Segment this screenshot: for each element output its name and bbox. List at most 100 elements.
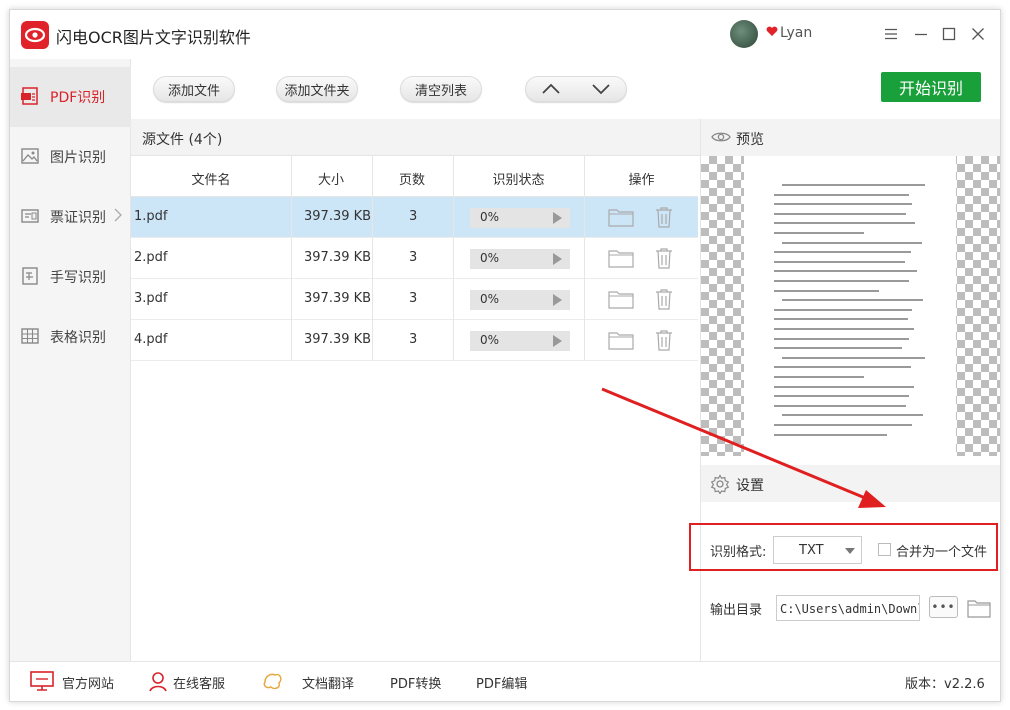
- sidebar-item-pdf[interactable]: PDF识别: [10, 67, 131, 127]
- table-row[interactable]: 3.pdf 397.39 KB 3 0%: [131, 279, 698, 320]
- open-folder-icon[interactable]: [608, 289, 634, 309]
- preview-text-line: [774, 212, 906, 215]
- preview-title: 预览: [736, 132, 764, 148]
- sidebar-item-label: 表格识别: [50, 330, 106, 346]
- column-divider: [453, 156, 454, 361]
- sidebar-item-label: 手写识别: [50, 270, 106, 286]
- app-window: 闪电OCR图片文字识别软件 Lyan PDF识别 图片识别 票证识别 手写识别 …: [9, 9, 1001, 702]
- online-service-link[interactable]: 在线客服: [173, 673, 225, 692]
- start-recognition-button[interactable]: 开始识别: [881, 72, 981, 102]
- delete-icon[interactable]: [654, 288, 674, 310]
- column-header-pages: 页数: [398, 173, 425, 188]
- browse-button[interactable]: •••: [929, 596, 958, 618]
- preview-text-line: [774, 337, 909, 340]
- progress-bar: 0%: [470, 290, 570, 310]
- progress-text: 0%: [480, 292, 500, 306]
- table-row[interactable]: 2.pdf 397.39 KB 3 0%: [131, 238, 698, 279]
- file-name: 3.pdf: [134, 291, 168, 306]
- column-header-name: 文件名: [191, 173, 231, 188]
- table-row[interactable]: 1.pdf 397.39 KB 3 0%: [131, 197, 698, 238]
- column-header-status: 识别状态: [492, 173, 545, 188]
- add-folder-button[interactable]: 添加文件夹: [276, 76, 358, 102]
- file-size: 397.39 KB: [304, 291, 372, 306]
- progress-bar: 0%: [470, 331, 570, 351]
- official-site-link[interactable]: 官方网站: [62, 673, 114, 692]
- sidebar-item-label: 图片识别: [50, 150, 106, 166]
- eye-icon: [711, 132, 731, 142]
- user-avatar[interactable]: [730, 20, 758, 48]
- clear-list-button[interactable]: 清空列表: [400, 76, 482, 102]
- move-down-icon[interactable]: [591, 83, 611, 95]
- preview-text-line: [774, 280, 909, 282]
- add-file-button[interactable]: 添加文件: [153, 76, 235, 102]
- output-dir-field[interactable]: C:\Users\admin\Downloads: [776, 595, 920, 621]
- play-icon[interactable]: [553, 212, 562, 224]
- doc-translate-link[interactable]: 文档翻译: [302, 673, 354, 692]
- file-list-title: 源文件 (4个): [142, 132, 223, 148]
- settings-header: 设置: [701, 465, 1000, 502]
- preview-text-line: [774, 433, 887, 436]
- preview-text-line: [774, 203, 912, 206]
- preview-area: [701, 156, 1000, 456]
- pdf-edit-link[interactable]: PDF编辑: [476, 673, 527, 692]
- column-divider: [372, 156, 373, 361]
- title-bar: 闪电OCR图片文字识别软件 Lyan: [10, 10, 1000, 59]
- maximize-icon[interactable]: [938, 23, 960, 45]
- progress-bar: 0%: [470, 208, 570, 228]
- preview-text-line: [774, 347, 902, 350]
- preview-text-line: [774, 366, 911, 369]
- column-divider: [584, 156, 585, 361]
- play-icon[interactable]: [553, 294, 562, 306]
- preview-text-line: [774, 376, 864, 378]
- app-logo-icon: [21, 21, 49, 49]
- preview-text-line: [774, 251, 911, 254]
- ticket-icon: [21, 209, 39, 223]
- sidebar-item-image[interactable]: 图片识别: [10, 127, 131, 187]
- output-dir-label: 输出目录: [710, 603, 763, 618]
- delete-icon[interactable]: [654, 247, 674, 269]
- sidebar-item-table[interactable]: 表格识别: [10, 307, 131, 367]
- file-name: 1.pdf: [134, 209, 168, 224]
- minimize-icon[interactable]: [910, 23, 932, 45]
- delete-icon[interactable]: [654, 329, 674, 351]
- progress-text: 0%: [480, 251, 500, 265]
- preview-text-line: [774, 222, 915, 225]
- sidebar-item-ticket[interactable]: 票证识别: [10, 187, 131, 247]
- preview-text-line: [774, 318, 908, 321]
- delete-icon[interactable]: [654, 206, 674, 228]
- open-folder-icon[interactable]: [608, 330, 634, 350]
- file-size: 397.39 KB: [304, 332, 372, 347]
- translate-icon: [263, 673, 282, 690]
- close-icon[interactable]: [967, 23, 989, 45]
- move-up-icon[interactable]: [541, 83, 561, 95]
- column-divider: [291, 156, 292, 361]
- open-output-folder-icon[interactable]: [967, 598, 991, 618]
- settings-title: 设置: [736, 478, 764, 494]
- page-count: 3: [409, 291, 418, 306]
- preview-text-line: [782, 184, 925, 186]
- user-name[interactable]: Lyan: [780, 25, 812, 41]
- page-count: 3: [409, 209, 418, 224]
- open-folder-icon[interactable]: [608, 207, 634, 227]
- play-icon[interactable]: [553, 253, 562, 265]
- preview-text-line: [782, 356, 925, 359]
- sidebar-item-handwriting[interactable]: 手写识别: [10, 247, 131, 307]
- pdf-convert-link[interactable]: PDF转换: [390, 673, 441, 692]
- output-dir-value: C:\Users\admin\Downloads: [780, 602, 919, 616]
- menu-icon[interactable]: [880, 23, 902, 45]
- progress-bar: 0%: [470, 249, 570, 269]
- preview-text-line: [774, 404, 906, 407]
- preview-text-line: [774, 232, 864, 234]
- progress-text: 0%: [480, 210, 500, 224]
- annotation-highlight-box: [689, 523, 998, 571]
- table-icon: [21, 328, 39, 344]
- progress-text: 0%: [480, 333, 500, 347]
- table-row[interactable]: 4.pdf 397.39 KB 3 0%: [131, 320, 698, 361]
- open-folder-icon[interactable]: [608, 248, 634, 268]
- column-header-actions: 操作: [628, 173, 655, 188]
- preview-text-line: [782, 299, 923, 302]
- play-icon[interactable]: [553, 335, 562, 347]
- gear-icon: [710, 474, 730, 494]
- page-count: 3: [409, 250, 418, 265]
- version-label: 版本：v2.2.6: [905, 677, 985, 692]
